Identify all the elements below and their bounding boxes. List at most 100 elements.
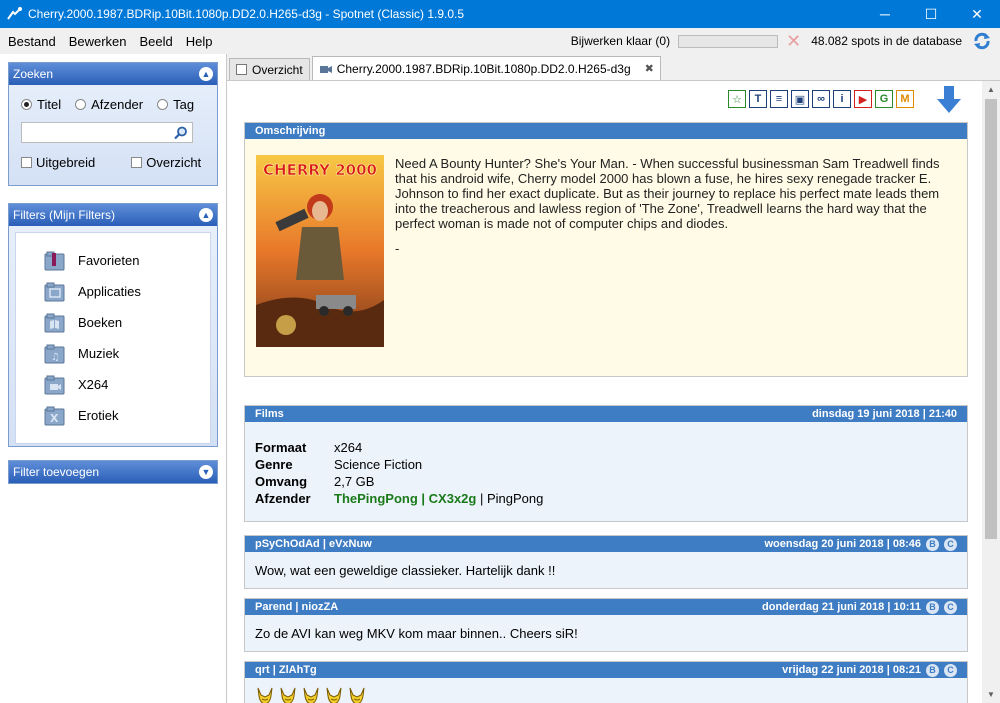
minimize-button[interactable]: ─ — [862, 0, 908, 28]
rock-on-emoji-icon — [349, 687, 365, 703]
comment-date: vrijdag 22 juni 2018 | 08:21 — [782, 664, 921, 676]
add-filter-panel-title: Filter toevoegen — [13, 465, 100, 479]
tab-spot-detail[interactable]: Cherry.2000.1987.BDRip.10Bit.1080p.DD2.0… — [311, 56, 661, 80]
menu-bewerken[interactable]: Bewerken — [64, 34, 132, 49]
rock-on-emoji-icon — [303, 687, 319, 703]
info-key: Afzender — [255, 491, 311, 506]
rock-on-emoji-icon — [326, 687, 342, 703]
radio-titel[interactable] — [21, 99, 32, 110]
info-key: Genre — [255, 457, 293, 472]
info-box: Films dinsdag 19 juni 2018 | 21:40 Forma… — [244, 405, 968, 522]
comment-header: qrt | ZlAhTg vrijdag 22 juni 2018 | 08:2… — [245, 662, 967, 678]
search-input[interactable] — [21, 122, 193, 143]
collapse-icon[interactable]: ▲ — [199, 67, 213, 81]
download-icon[interactable] — [935, 85, 963, 115]
svg-text:♫: ♫ — [51, 352, 60, 363]
search-icon[interactable] — [174, 126, 188, 140]
radio-tag-label[interactable]: Tag — [173, 97, 194, 112]
comment-author: qrt | ZlAhTg — [255, 664, 317, 676]
info-row-formaat: Formaat x264 — [255, 440, 967, 457]
image-icon[interactable]: ▣ — [791, 90, 809, 108]
scroll-down-icon[interactable]: ▼ — [987, 690, 995, 699]
youtube-icon[interactable]: ▶ — [854, 90, 872, 108]
filter-item-muziek[interactable]: ♫ Muziek — [16, 338, 210, 369]
filter-item-label: Favorieten — [78, 253, 140, 268]
info-value: Science Fiction — [334, 457, 423, 472]
comment-meta: vrijdag 22 juni 2018 | 08:21 B C — [782, 663, 957, 677]
checkbox-uitgebreid[interactable] — [21, 157, 32, 168]
filter-item-applicaties[interactable]: Applicaties — [16, 276, 210, 307]
favorites-folder-icon — [44, 251, 65, 270]
add-filter-panel-header[interactable]: Filter toevoegen ▼ — [9, 461, 217, 483]
cancel-update-icon[interactable]: ✕ — [786, 31, 801, 52]
filters-panel-header[interactable]: Filters (Mijn Filters) ▲ — [9, 204, 217, 226]
main-area: Overzicht Cherry.2000.1987.BDRip.10Bit.1… — [226, 54, 1000, 703]
filter-item-favorieten[interactable]: Favorieten — [16, 245, 210, 276]
maximize-button[interactable]: ☐ — [908, 0, 954, 28]
search-panel-header[interactable]: Zoeken ▲ — [9, 63, 217, 85]
filter-item-label: Erotiek — [78, 408, 119, 423]
collapse-icon[interactable]: ▲ — [199, 208, 213, 222]
copy-icon[interactable]: C — [944, 600, 957, 614]
sidebar: Zoeken ▲ Titel Afzender Tag Uitgebreid O… — [0, 54, 226, 703]
comment-author: Parend | niozZA — [255, 601, 339, 613]
menu-bestand[interactable]: Bestand — [3, 34, 61, 49]
expand-icon[interactable]: ▼ — [199, 465, 213, 479]
filters-panel: Filters (Mijn Filters) ▲ Favorieten Appl… — [8, 203, 218, 447]
link-icon[interactable]: ∞ — [812, 90, 830, 108]
info-icon[interactable]: i — [833, 90, 851, 108]
filter-item-erotiek[interactable]: X Erotiek — [16, 400, 210, 431]
block-icon[interactable]: B — [926, 600, 939, 614]
imdb-icon[interactable]: M — [896, 90, 914, 108]
filter-item-x264[interactable]: X264 — [16, 369, 210, 400]
close-tab-icon[interactable]: ✖ — [645, 62, 654, 75]
block-icon[interactable]: B — [926, 537, 939, 551]
description-trailer: - — [395, 241, 400, 256]
block-icon[interactable]: B — [926, 663, 939, 677]
movie-poster[interactable]: CHERRY 2000 — [256, 155, 384, 347]
sender-id-link[interactable]: CX3x2g — [429, 491, 477, 508]
info-category: Films — [255, 408, 284, 420]
refresh-icon[interactable] — [972, 31, 992, 51]
radio-afzender[interactable] — [75, 99, 87, 110]
info-row-afzender: Afzender ThePingPong | CX3x2g | PingPong — [255, 491, 967, 508]
update-progress-bar — [678, 34, 779, 48]
menu-beeld[interactable]: Beeld — [135, 34, 178, 49]
radio-titel-label[interactable]: Titel — [37, 97, 61, 112]
app-icon — [7, 7, 22, 20]
scrollbar-thumb[interactable] — [985, 99, 997, 539]
checkbox-overzicht[interactable] — [131, 157, 143, 168]
window-title: Cherry.2000.1987.BDRip.10Bit.1080p.DD2.0… — [28, 7, 465, 21]
description-title: Omschrijving — [255, 125, 326, 137]
info-date: dinsdag 19 juni 2018 | 21:40 — [812, 408, 957, 420]
radio-afzender-label[interactable]: Afzender — [91, 97, 143, 112]
erotic-folder-icon: X — [44, 406, 65, 425]
filter-list: Favorieten Applicaties Boeken ♫ Muziek X… — [15, 232, 211, 444]
vertical-scrollbar[interactable]: ▲ ▼ — [982, 81, 1000, 703]
status-area: Bijwerken klaar (0) ✕ 48.082 spots in de… — [571, 31, 1000, 52]
sender-name-link[interactable]: ThePingPong — [334, 491, 418, 508]
description-icon[interactable]: ≡ — [770, 90, 788, 108]
copy-icon[interactable]: C — [944, 663, 957, 677]
menu-help[interactable]: Help — [181, 34, 218, 49]
title-icon[interactable]: T — [749, 90, 767, 108]
google-icon[interactable]: G — [875, 90, 893, 108]
checkbox-uitgebreid-label[interactable]: Uitgebreid — [36, 155, 95, 170]
comment: pSyChOdAd | eVxNuw woensdag 20 juni 2018… — [244, 535, 968, 589]
add-filter-panel: Filter toevoegen ▼ — [8, 460, 218, 484]
scroll-up-icon[interactable]: ▲ — [987, 85, 995, 94]
tab-overzicht[interactable]: Overzicht — [229, 58, 310, 80]
spot-toolbar: ☆ T ≡ ▣ ∞ i ▶ G M — [728, 90, 917, 108]
filter-item-boeken[interactable]: Boeken — [16, 307, 210, 338]
copy-icon[interactable]: C — [944, 537, 957, 551]
close-button[interactable]: ✕ — [954, 0, 1000, 28]
comment-header: pSyChOdAd | eVxNuw woensdag 20 juni 2018… — [245, 536, 967, 552]
info-value: 2,7 GB — [334, 474, 375, 489]
comment-date: woensdag 20 juni 2018 | 08:46 — [764, 538, 921, 550]
sender-separator: | — [417, 491, 429, 506]
checkbox-overzicht-label[interactable]: Overzicht — [146, 155, 201, 170]
filter-item-label: X264 — [78, 377, 109, 392]
radio-tag[interactable] — [157, 99, 169, 110]
rock-on-emoji-icon — [257, 687, 273, 703]
favorite-icon[interactable]: ☆ — [728, 90, 746, 108]
